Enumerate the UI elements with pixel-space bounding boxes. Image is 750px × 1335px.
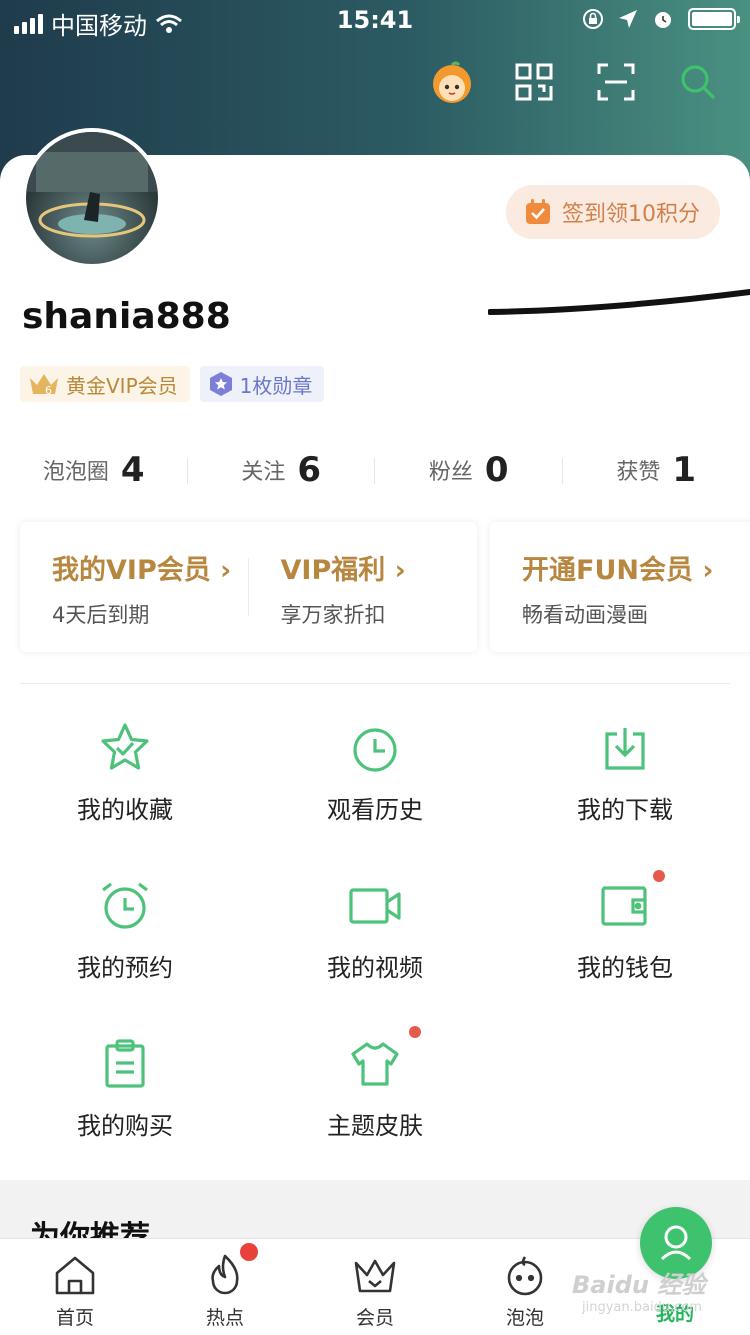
stat-value: 0 <box>485 450 509 490</box>
crown-level-icon: 6 <box>28 370 60 398</box>
tab-vip[interactable]: 会员 <box>300 1239 450 1335</box>
wallet-icon <box>597 878 653 934</box>
video-camera-icon <box>347 878 403 934</box>
watermark-text: Baidu 经验 <box>572 1265 705 1300</box>
vip-level-label: 黄金VIP会员 <box>66 370 178 399</box>
stat-following[interactable]: 关注 6 <box>188 440 376 500</box>
feature-label: 观看历史 <box>250 790 500 825</box>
stat-label: 关注 <box>241 454 285 486</box>
search-icon[interactable] <box>676 60 720 104</box>
stat-label: 粉丝 <box>429 454 473 486</box>
tab-label: 泡泡 <box>450 1303 600 1330</box>
tab-home[interactable]: 首页 <box>0 1239 150 1335</box>
vip-card-subtitle: 4天后到期 <box>52 599 249 629</box>
stat-likes[interactable]: 获赞 1 <box>563 440 750 500</box>
vip-card-title: 我的VIP会员 › <box>52 548 249 587</box>
qr-code-icon[interactable] <box>512 60 556 104</box>
mascot-avatar-icon[interactable] <box>430 60 474 104</box>
feature-label: 我的预约 <box>0 948 250 983</box>
avatar[interactable] <box>22 128 162 268</box>
clipboard-icon <box>97 1036 153 1092</box>
watermark-subtext: jingyan.baidu.com <box>582 1300 702 1315</box>
section-gap <box>0 1180 750 1200</box>
feature-label: 我的购买 <box>0 1106 250 1141</box>
handwritten-scribble <box>488 280 750 320</box>
stats-row: 泡泡圈 4 关注 6 粉丝 0 获赞 1 <box>0 440 750 500</box>
flame-icon <box>203 1253 247 1297</box>
feature-my-videos[interactable]: 我的视频 <box>250 878 500 1028</box>
clock-icon <box>347 720 403 776</box>
vip-card-subtitle: 享万家折扣 <box>281 599 478 629</box>
feature-reservations[interactable]: 我的预约 <box>0 878 250 1028</box>
feature-wallet[interactable]: 我的钱包 <box>500 878 750 1028</box>
my-vip-link[interactable]: 我的VIP会员 › 4天后到期 <box>20 522 249 652</box>
location-arrow-icon <box>618 9 638 29</box>
vip-card-subtitle: 畅看动画漫画 <box>522 599 750 629</box>
checkin-button[interactable]: 签到领10积分 <box>506 185 720 239</box>
stat-value: 1 <box>672 450 696 490</box>
medal-label: 1枚勋章 <box>240 370 313 399</box>
scan-icon[interactable] <box>594 60 638 104</box>
notification-dot <box>240 1243 258 1261</box>
vip-level-badge[interactable]: 6 黄金VIP会员 <box>20 366 190 402</box>
notification-dot <box>653 870 665 882</box>
feature-label: 我的视频 <box>250 948 500 983</box>
crown-icon <box>353 1253 397 1297</box>
vip-benefits-link[interactable]: VIP福利 › 享万家折扣 <box>249 522 478 652</box>
vip-card: 我的VIP会员 › 4天后到期 VIP福利 › 享万家折扣 <box>20 522 477 652</box>
feature-label: 主题皮肤 <box>250 1106 500 1141</box>
battery-icon <box>688 8 736 30</box>
feature-downloads[interactable]: 我的下载 <box>500 720 750 870</box>
fun-vip-card[interactable]: 开通FUN会员 › 畅看动画漫画 <box>490 522 750 652</box>
stat-followers[interactable]: 粉丝 0 <box>375 440 563 500</box>
star-icon <box>97 720 153 776</box>
stat-value: 4 <box>121 450 145 490</box>
alarm-icon <box>652 8 674 30</box>
recommend-title: 为你推荐 <box>30 1218 150 1238</box>
download-icon <box>597 720 653 776</box>
badge-row: 6 黄金VIP会员 1枚勋章 <box>20 366 324 402</box>
feature-label: 我的收藏 <box>0 790 250 825</box>
calendar-check-icon <box>524 198 552 226</box>
rotation-lock-icon <box>582 8 604 30</box>
stat-label: 泡泡圈 <box>43 454 109 486</box>
tab-label: 首页 <box>0 1303 150 1330</box>
svg-text:6: 6 <box>45 384 52 397</box>
tshirt-icon <box>347 1036 403 1092</box>
feature-label: 我的钱包 <box>500 948 750 983</box>
feature-label: 我的下载 <box>500 790 750 825</box>
stat-bubble-circle[interactable]: 泡泡圈 4 <box>0 440 188 500</box>
bubble-face-icon <box>503 1253 547 1297</box>
section-divider <box>20 683 730 684</box>
username: shania888 <box>22 296 231 337</box>
vip-card-title: VIP福利 › <box>281 548 478 587</box>
feature-theme-skins[interactable]: 主题皮肤 <box>250 1036 500 1186</box>
feature-purchases[interactable]: 我的购买 <box>0 1036 250 1186</box>
medal-star-icon <box>208 371 234 397</box>
medal-badge[interactable]: 1枚勋章 <box>200 366 325 402</box>
tab-hot[interactable]: 热点 <box>150 1239 300 1335</box>
feature-history[interactable]: 观看历史 <box>250 720 500 870</box>
home-icon <box>53 1253 97 1297</box>
checkin-label: 签到领10积分 <box>562 196 700 228</box>
stat-value: 6 <box>297 450 321 490</box>
tab-label: 热点 <box>150 1303 300 1330</box>
feature-favorites[interactable]: 我的收藏 <box>0 720 250 870</box>
stat-label: 获赞 <box>616 454 660 486</box>
vip-card-title: 开通FUN会员 › <box>522 548 750 587</box>
alarm-clock-icon <box>97 878 153 934</box>
notification-dot <box>409 1026 421 1038</box>
status-bar: 中国移动 15:41 <box>0 0 750 42</box>
tab-label: 会员 <box>300 1303 450 1330</box>
top-toolbar <box>430 60 720 104</box>
